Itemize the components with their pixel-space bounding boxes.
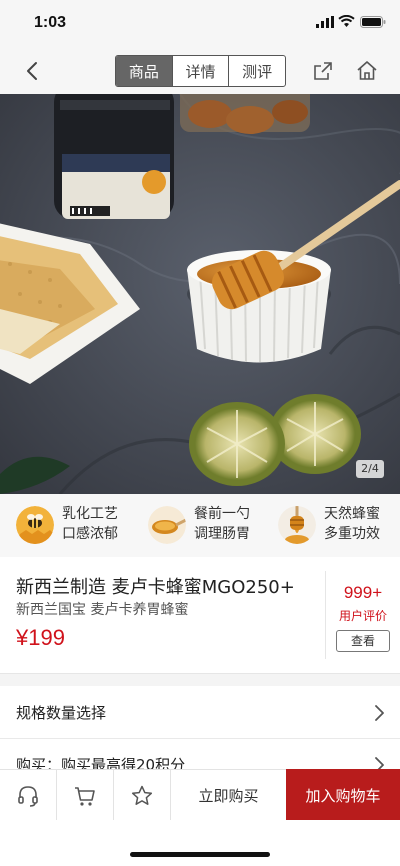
- signal-icon: [316, 16, 334, 28]
- honey-dipper-icon: [278, 506, 316, 544]
- spec-selection-row[interactable]: 规格数量选择: [0, 686, 400, 739]
- feature-line1: 餐前一勺: [194, 506, 250, 522]
- feature-strip: 乳化工艺 口感浓郁 餐前一勺 调理肠胃 天然蜂蜜 多重功效: [0, 494, 400, 557]
- spec-selection-label: 规格数量选择: [16, 704, 107, 722]
- purchase-points-row[interactable]: 购买：购买最高得20积分: [0, 740, 400, 770]
- feature-line2: 口感浓郁: [62, 526, 118, 542]
- chevron-right-icon: [375, 757, 384, 770]
- share-icon[interactable]: [312, 60, 334, 82]
- feature-line2: 多重功效: [324, 526, 380, 542]
- chevron-right-icon: [375, 705, 384, 721]
- wifi-icon: [338, 15, 355, 27]
- product-subtitle: 新西兰国宝 麦卢卡养胃蜂蜜: [16, 602, 189, 618]
- product-photo: [0, 94, 400, 494]
- product-info: 新西兰制造 麦卢卡蜂蜜MGO250+ 新西兰国宝 麦卢卡养胃蜂蜜 ¥199 99…: [0, 557, 400, 674]
- view-reviews-button[interactable]: 查看: [336, 630, 390, 652]
- feature-line1: 天然蜂蜜: [324, 506, 380, 522]
- home-indicator[interactable]: [130, 852, 270, 857]
- tab-product[interactable]: 商品: [116, 56, 172, 86]
- tab-details[interactable]: 详情: [171, 56, 229, 86]
- purchase-points-label: 购买：购买最高得20积分: [16, 756, 186, 770]
- feature-line1: 乳化工艺: [62, 506, 118, 522]
- customer-service-button[interactable]: [0, 770, 57, 821]
- review-count: 999+: [343, 583, 383, 602]
- nav-bar: 商品 详情 测评: [0, 48, 400, 94]
- product-title: 新西兰制造 麦卢卡蜂蜜MGO250+: [16, 577, 295, 598]
- buy-now-button[interactable]: 立即购买: [171, 770, 286, 821]
- add-to-cart-button[interactable]: 加入购物车: [286, 769, 400, 821]
- bottom-action-bar: 立即购买 加入购物车: [0, 769, 400, 821]
- home-indicator-area: [0, 820, 400, 866]
- home-icon[interactable]: [355, 59, 379, 83]
- status-time: 1:03: [34, 14, 67, 31]
- product-image-carousel[interactable]: 2/4: [0, 94, 400, 494]
- feature-line2: 调理肠胃: [194, 526, 250, 542]
- image-page-indicator: 2/4: [356, 460, 384, 478]
- headset-icon: [18, 785, 38, 807]
- battery-icon: [360, 16, 386, 28]
- status-bar: 1:03: [0, 0, 400, 48]
- segmented-tabs: 商品 详情 测评: [115, 55, 286, 87]
- honey-spoon-icon: [148, 506, 186, 544]
- bee-icon: [16, 506, 54, 544]
- cart-button[interactable]: [57, 770, 114, 821]
- product-price: ¥199: [16, 625, 65, 650]
- section-gap: [0, 674, 400, 686]
- review-label: 用户评价: [338, 609, 387, 623]
- star-icon: [131, 785, 153, 805]
- cart-icon: [75, 786, 95, 806]
- tab-reviews[interactable]: 测评: [228, 56, 285, 86]
- favorite-button[interactable]: [114, 770, 171, 821]
- chevron-left-icon[interactable]: [22, 60, 44, 82]
